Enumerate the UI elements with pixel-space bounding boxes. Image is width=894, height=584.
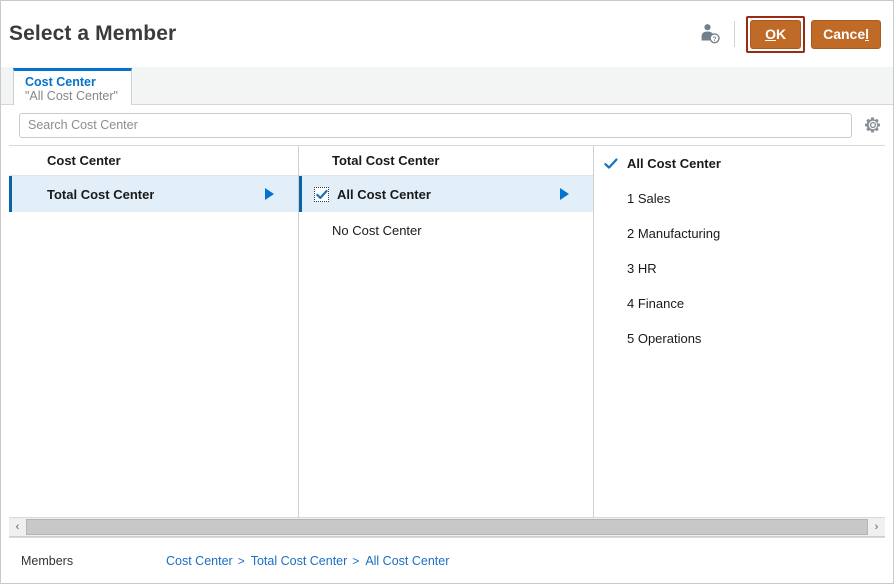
column-cost-center: Cost Center Total Cost Center bbox=[9, 146, 299, 517]
search-input[interactable] bbox=[19, 113, 852, 138]
breadcrumb: Cost Center > Total Cost Center > All Co… bbox=[166, 554, 449, 568]
member-columns: Cost Center Total Cost Center Total Cost… bbox=[9, 145, 885, 517]
search-row bbox=[1, 105, 893, 145]
tab-title: Cost Center bbox=[25, 75, 118, 89]
row-label: All Cost Center bbox=[337, 187, 431, 202]
table-row[interactable]: All Cost Center bbox=[299, 176, 593, 212]
svg-text:?: ? bbox=[713, 36, 717, 43]
list-item[interactable]: All Cost Center bbox=[594, 146, 885, 181]
scrollbar-track[interactable] bbox=[26, 518, 868, 536]
ok-label-rest: K bbox=[776, 26, 786, 42]
gear-icon[interactable] bbox=[864, 116, 882, 134]
select-member-dialog: Select a Member ? OK Cancel Cost Center bbox=[0, 0, 894, 584]
header-divider bbox=[734, 21, 735, 47]
list-item[interactable]: 3 HR bbox=[594, 251, 885, 286]
table-row[interactable]: No Cost Center bbox=[299, 212, 593, 248]
list-item-label: 5 Operations bbox=[627, 331, 701, 346]
cancel-label-main: Cance bbox=[823, 26, 865, 42]
ok-button[interactable]: OK bbox=[750, 20, 801, 49]
horizontal-scrollbar[interactable]: ‹ › bbox=[9, 517, 885, 537]
list-item-label: 2 Manufacturing bbox=[627, 226, 720, 241]
breadcrumb-item-2[interactable]: All Cost Center bbox=[365, 554, 449, 568]
list-item[interactable]: 5 Operations bbox=[594, 321, 885, 356]
column-header: Total Cost Center bbox=[299, 146, 593, 176]
table-row[interactable]: Total Cost Center bbox=[9, 176, 298, 212]
tab-strip: Cost Center "All Cost Center" bbox=[1, 67, 893, 105]
row-label: No Cost Center bbox=[332, 223, 422, 238]
ok-button-focus-ring: OK bbox=[746, 16, 805, 53]
list-item[interactable]: 4 Finance bbox=[594, 286, 885, 321]
cancel-accesskey: l bbox=[865, 26, 869, 42]
footer-members-bar: Members Cost Center > Total Cost Center … bbox=[9, 537, 885, 583]
column-all-cost-center-children: All Cost Center 1 Sales 2 Manufacturing … bbox=[594, 146, 885, 517]
header-actions: ? OK Cancel bbox=[697, 16, 881, 53]
check-icon bbox=[604, 157, 618, 171]
list-item-label: All Cost Center bbox=[627, 156, 721, 171]
row-checkbox[interactable] bbox=[314, 187, 329, 202]
list-item-label: 4 Finance bbox=[627, 296, 684, 311]
breadcrumb-item-0[interactable]: Cost Center bbox=[166, 554, 233, 568]
list-item[interactable]: 1 Sales bbox=[594, 181, 885, 216]
breadcrumb-separator: > bbox=[238, 554, 245, 568]
dialog-header: Select a Member ? OK Cancel bbox=[1, 1, 893, 67]
list-item-label: 3 HR bbox=[627, 261, 657, 276]
ok-accesskey: O bbox=[765, 26, 776, 42]
tab-cost-center[interactable]: Cost Center "All Cost Center" bbox=[13, 68, 132, 105]
members-label: Members bbox=[21, 554, 166, 568]
chevron-right-icon[interactable] bbox=[560, 188, 569, 200]
scroll-right-arrow-icon[interactable]: › bbox=[868, 518, 885, 536]
list-item-label: 1 Sales bbox=[627, 191, 670, 206]
scroll-left-arrow-icon[interactable]: ‹ bbox=[9, 518, 26, 536]
list-item[interactable]: 2 Manufacturing bbox=[594, 216, 885, 251]
column-header: Cost Center bbox=[9, 146, 298, 176]
column-total-cost-center: Total Cost Center All Cost Center No Cos… bbox=[299, 146, 594, 517]
page-title: Select a Member bbox=[9, 22, 176, 46]
row-label: Total Cost Center bbox=[47, 187, 154, 202]
breadcrumb-separator: > bbox=[352, 554, 359, 568]
chevron-right-icon[interactable] bbox=[265, 188, 274, 200]
person-question-icon[interactable]: ? bbox=[697, 21, 723, 47]
breadcrumb-item-1[interactable]: Total Cost Center bbox=[251, 554, 348, 568]
scrollbar-thumb[interactable] bbox=[26, 519, 868, 535]
tab-subtitle: "All Cost Center" bbox=[25, 89, 118, 103]
cancel-button[interactable]: Cancel bbox=[811, 20, 881, 49]
